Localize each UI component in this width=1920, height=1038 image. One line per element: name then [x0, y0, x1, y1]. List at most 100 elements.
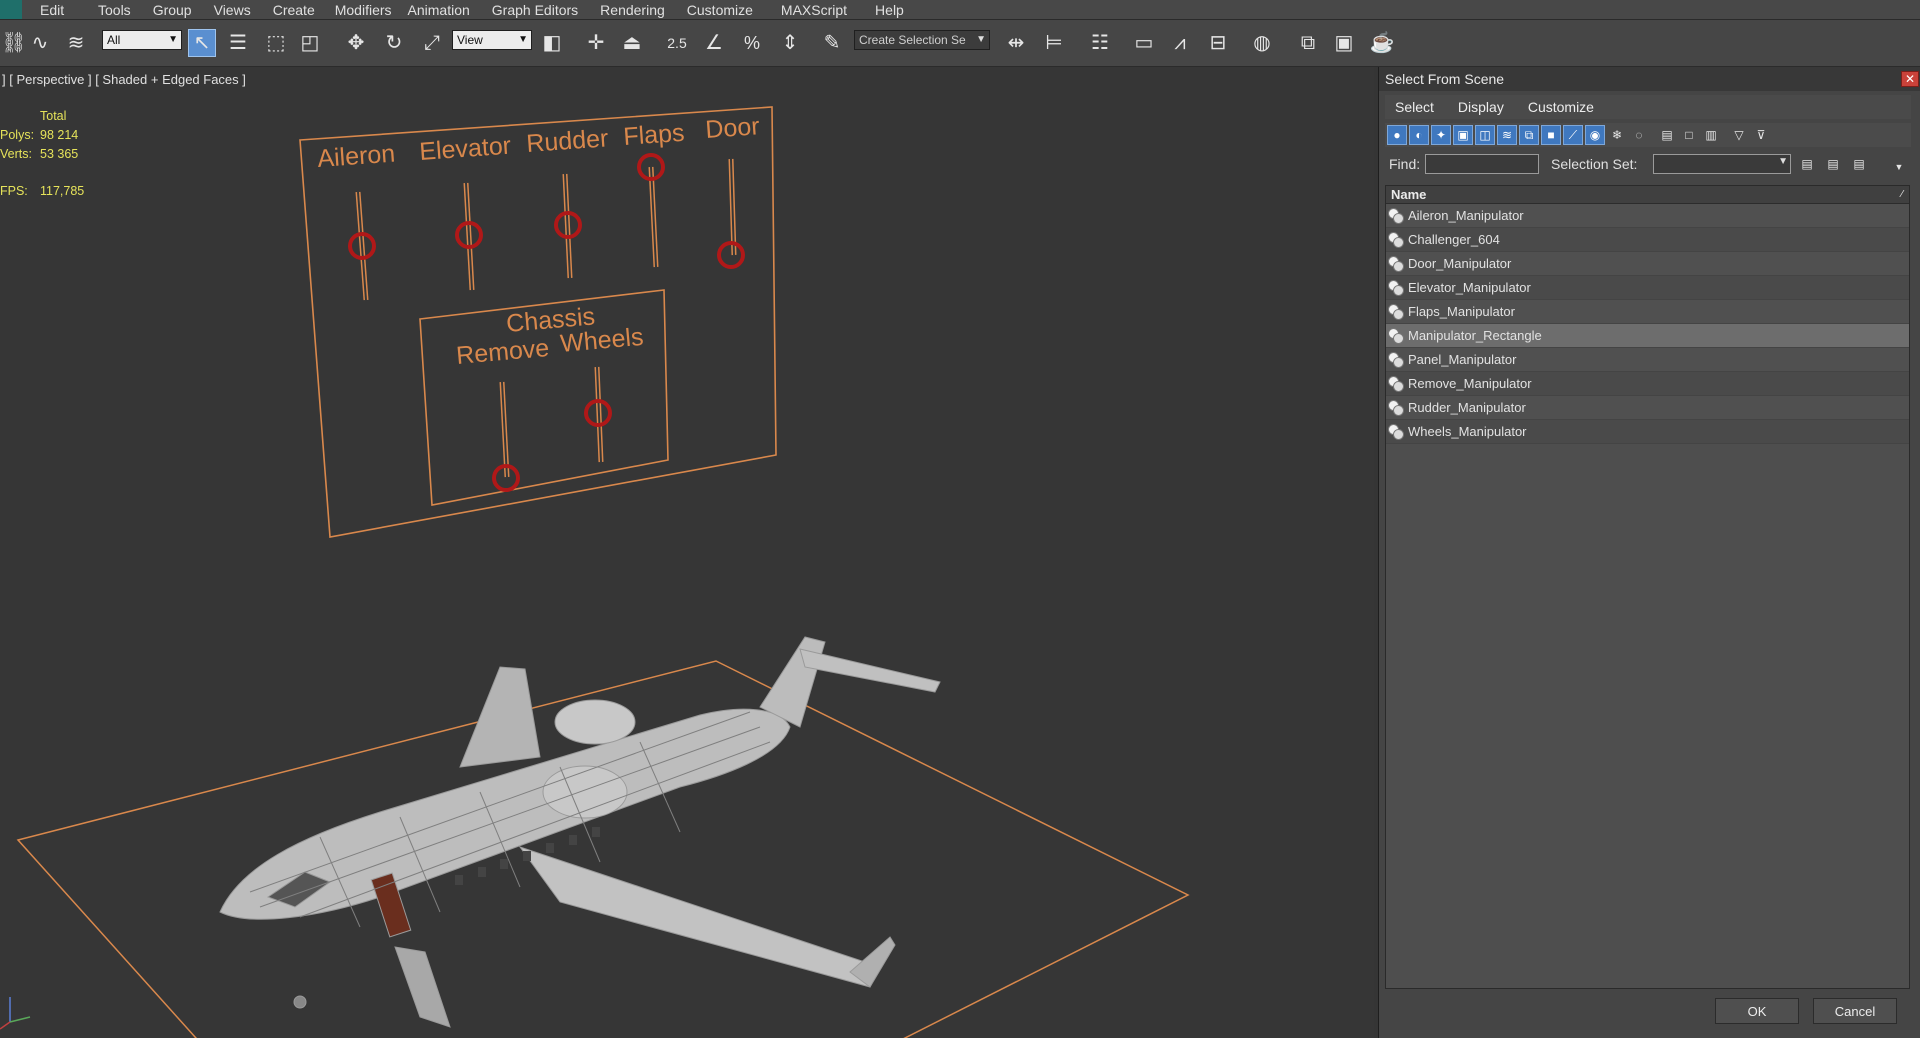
- list-item[interactable]: Rudder_Manipulator: [1386, 396, 1909, 420]
- link-icon[interactable]: ⛓: [0, 29, 28, 57]
- align-icon[interactable]: ⊨: [1040, 29, 1068, 57]
- remove-from-selection-set-icon[interactable]: ▤: [1849, 154, 1869, 174]
- dialog-title-bar[interactable]: Select From Scene ✕: [1379, 67, 1920, 91]
- list-header[interactable]: Name ⁄: [1386, 186, 1909, 204]
- list-item[interactable]: Door_Manipulator: [1386, 252, 1909, 276]
- list-item-label: Door_Manipulator: [1408, 256, 1512, 271]
- display-hidden-icon[interactable]: ◌: [1629, 125, 1649, 145]
- object-icon: [1388, 231, 1404, 248]
- menu-customize[interactable]: Customize: [687, 2, 769, 18]
- selection-set-dropdown[interactable]: ▼: [1653, 154, 1791, 174]
- move-icon[interactable]: ✥: [342, 29, 370, 57]
- list-item-label: Remove_Manipulator: [1408, 376, 1532, 391]
- object-icon: [1388, 207, 1404, 224]
- display-frozen-icon[interactable]: ❄: [1607, 125, 1627, 145]
- ok-button[interactable]: OK: [1715, 998, 1799, 1024]
- perspective-viewport[interactable]: Aileron Elevator Rudder Flaps Door Chass…: [0, 67, 1374, 1038]
- scale-icon[interactable]: ⤢: [418, 29, 446, 57]
- menu-create[interactable]: Create: [273, 2, 331, 18]
- display-xrefs-icon[interactable]: ■: [1541, 125, 1561, 145]
- filter-icon[interactable]: ▽: [1729, 125, 1749, 145]
- list-item[interactable]: Flaps_Manipulator: [1386, 300, 1909, 324]
- schematic-view-icon[interactable]: ⊟: [1204, 29, 1232, 57]
- named-selection-sets-dropdown[interactable]: Create Selection Se ▼: [854, 30, 990, 50]
- list-item[interactable]: Remove_Manipulator: [1386, 372, 1909, 396]
- select-object-icon[interactable]: ↖: [188, 29, 216, 57]
- snaps-toggle-icon[interactable]: 2.5: [660, 29, 694, 57]
- unlink-icon[interactable]: ∿: [26, 29, 54, 57]
- edit-named-selection-icon[interactable]: ✎: [818, 29, 846, 57]
- list-item[interactable]: Wheels_Manipulator: [1386, 420, 1909, 444]
- menu-rendering[interactable]: Rendering: [600, 2, 681, 18]
- rotate-icon[interactable]: ↻: [380, 29, 408, 57]
- select-by-name-icon[interactable]: ☰: [224, 29, 252, 57]
- angle-snap-icon[interactable]: ∠: [700, 29, 728, 57]
- bind-space-warp-icon[interactable]: ≋: [62, 29, 90, 57]
- menu-maxscript[interactable]: MAXScript: [781, 2, 863, 18]
- display-shapes-icon[interactable]: ◐: [1409, 125, 1429, 145]
- dialog-menu-display[interactable]: Display: [1458, 99, 1518, 115]
- menu-graph-editors[interactable]: Graph Editors: [492, 2, 594, 18]
- window-crossing-icon[interactable]: ◰: [296, 29, 324, 57]
- scene-object-list[interactable]: Name ⁄ Aileron_Manipulator Challenger_60…: [1385, 185, 1910, 989]
- dialog-menu-select[interactable]: Select: [1395, 99, 1448, 115]
- display-cameras-icon[interactable]: ▣: [1453, 125, 1473, 145]
- curve-editor-icon[interactable]: ⩘: [1166, 29, 1194, 57]
- create-selection-set-icon[interactable]: ▤: [1797, 154, 1817, 174]
- menu-animation[interactable]: Animation: [408, 2, 486, 18]
- material-editor-icon[interactable]: ◍: [1248, 29, 1276, 57]
- display-helpers-icon[interactable]: ◫: [1475, 125, 1495, 145]
- select-none-icon[interactable]: □: [1679, 125, 1699, 145]
- select-and-manipulate-icon[interactable]: ✛: [582, 29, 610, 57]
- mirror-icon[interactable]: ⇹: [1002, 29, 1030, 57]
- add-to-selection-set-icon[interactable]: ▤: [1823, 154, 1843, 174]
- list-item-label: Elevator_Manipulator: [1408, 280, 1531, 295]
- spinner-snap-icon[interactable]: ⇕: [776, 29, 804, 57]
- ribbon-icon[interactable]: ▭: [1130, 29, 1158, 57]
- chevron-down-icon[interactable]: ▼: [1889, 157, 1909, 177]
- display-geometry-icon[interactable]: ●: [1387, 125, 1407, 145]
- list-item[interactable]: Manipulator_Rectangle: [1386, 324, 1909, 348]
- dialog-menu-customize[interactable]: Customize: [1528, 99, 1608, 115]
- name-column-header[interactable]: Name: [1391, 187, 1426, 202]
- percent-snap-icon[interactable]: %: [738, 29, 766, 57]
- menu-help[interactable]: Help: [875, 2, 920, 18]
- menu-tools[interactable]: Tools: [98, 2, 147, 18]
- menu-modifiers[interactable]: Modifiers: [335, 2, 408, 18]
- render-setup-icon[interactable]: ⧉: [1294, 29, 1322, 57]
- sort-ascending-icon: ⁄: [1901, 189, 1903, 200]
- keyboard-shortcut-override-icon[interactable]: ⏏: [618, 29, 646, 57]
- filter-settings-icon[interactable]: ⊽: [1751, 125, 1771, 145]
- menu-edit[interactable]: Edit: [40, 2, 86, 18]
- elevator-label: Elevator: [418, 132, 511, 166]
- find-input[interactable]: [1425, 154, 1539, 174]
- viewport-statistics: Total Polys: 98 214 Verts: 53 365 FPS: 117,…: [0, 107, 120, 201]
- rendered-frame-window-icon[interactable]: ▣: [1330, 29, 1358, 57]
- aileron-label: Aileron: [316, 140, 396, 173]
- wheels-label: Wheels: [559, 323, 644, 358]
- reference-coordinate-dropdown[interactable]: View ▼: [452, 30, 532, 50]
- display-containers-icon[interactable]: ◉: [1585, 125, 1605, 145]
- menu-group[interactable]: Group: [153, 2, 208, 18]
- list-item[interactable]: Elevator_Manipulator: [1386, 276, 1909, 300]
- display-groups-icon[interactable]: ⧉: [1519, 125, 1539, 145]
- display-bones-icon[interactable]: ⟋: [1563, 125, 1583, 145]
- viewport-label[interactable]: ] [ Perspective ] [ Shaded + Edged Faces…: [2, 72, 246, 87]
- pivot-point-icon[interactable]: ◧: [538, 29, 566, 57]
- chevron-down-icon: ▼: [976, 34, 986, 45]
- cancel-button[interactable]: Cancel: [1813, 998, 1897, 1024]
- list-item[interactable]: Panel_Manipulator: [1386, 348, 1909, 372]
- select-invert-icon[interactable]: ▥: [1701, 125, 1721, 145]
- display-spacewarps-icon[interactable]: ≋: [1497, 125, 1517, 145]
- list-item[interactable]: Challenger_604: [1386, 228, 1909, 252]
- menu-views[interactable]: Views: [214, 2, 267, 18]
- close-icon[interactable]: ✕: [1901, 71, 1919, 87]
- selection-filter-dropdown[interactable]: All ▼: [102, 30, 182, 50]
- rectangular-selection-icon[interactable]: ⬚: [262, 29, 290, 57]
- list-item[interactable]: Aileron_Manipulator: [1386, 204, 1909, 228]
- layer-manager-icon[interactable]: ☷: [1086, 29, 1114, 57]
- display-lights-icon[interactable]: ✦: [1431, 125, 1451, 145]
- select-all-icon[interactable]: ▤: [1657, 125, 1677, 145]
- render-production-icon[interactable]: ☕: [1368, 29, 1396, 57]
- app-icon[interactable]: [0, 0, 22, 19]
